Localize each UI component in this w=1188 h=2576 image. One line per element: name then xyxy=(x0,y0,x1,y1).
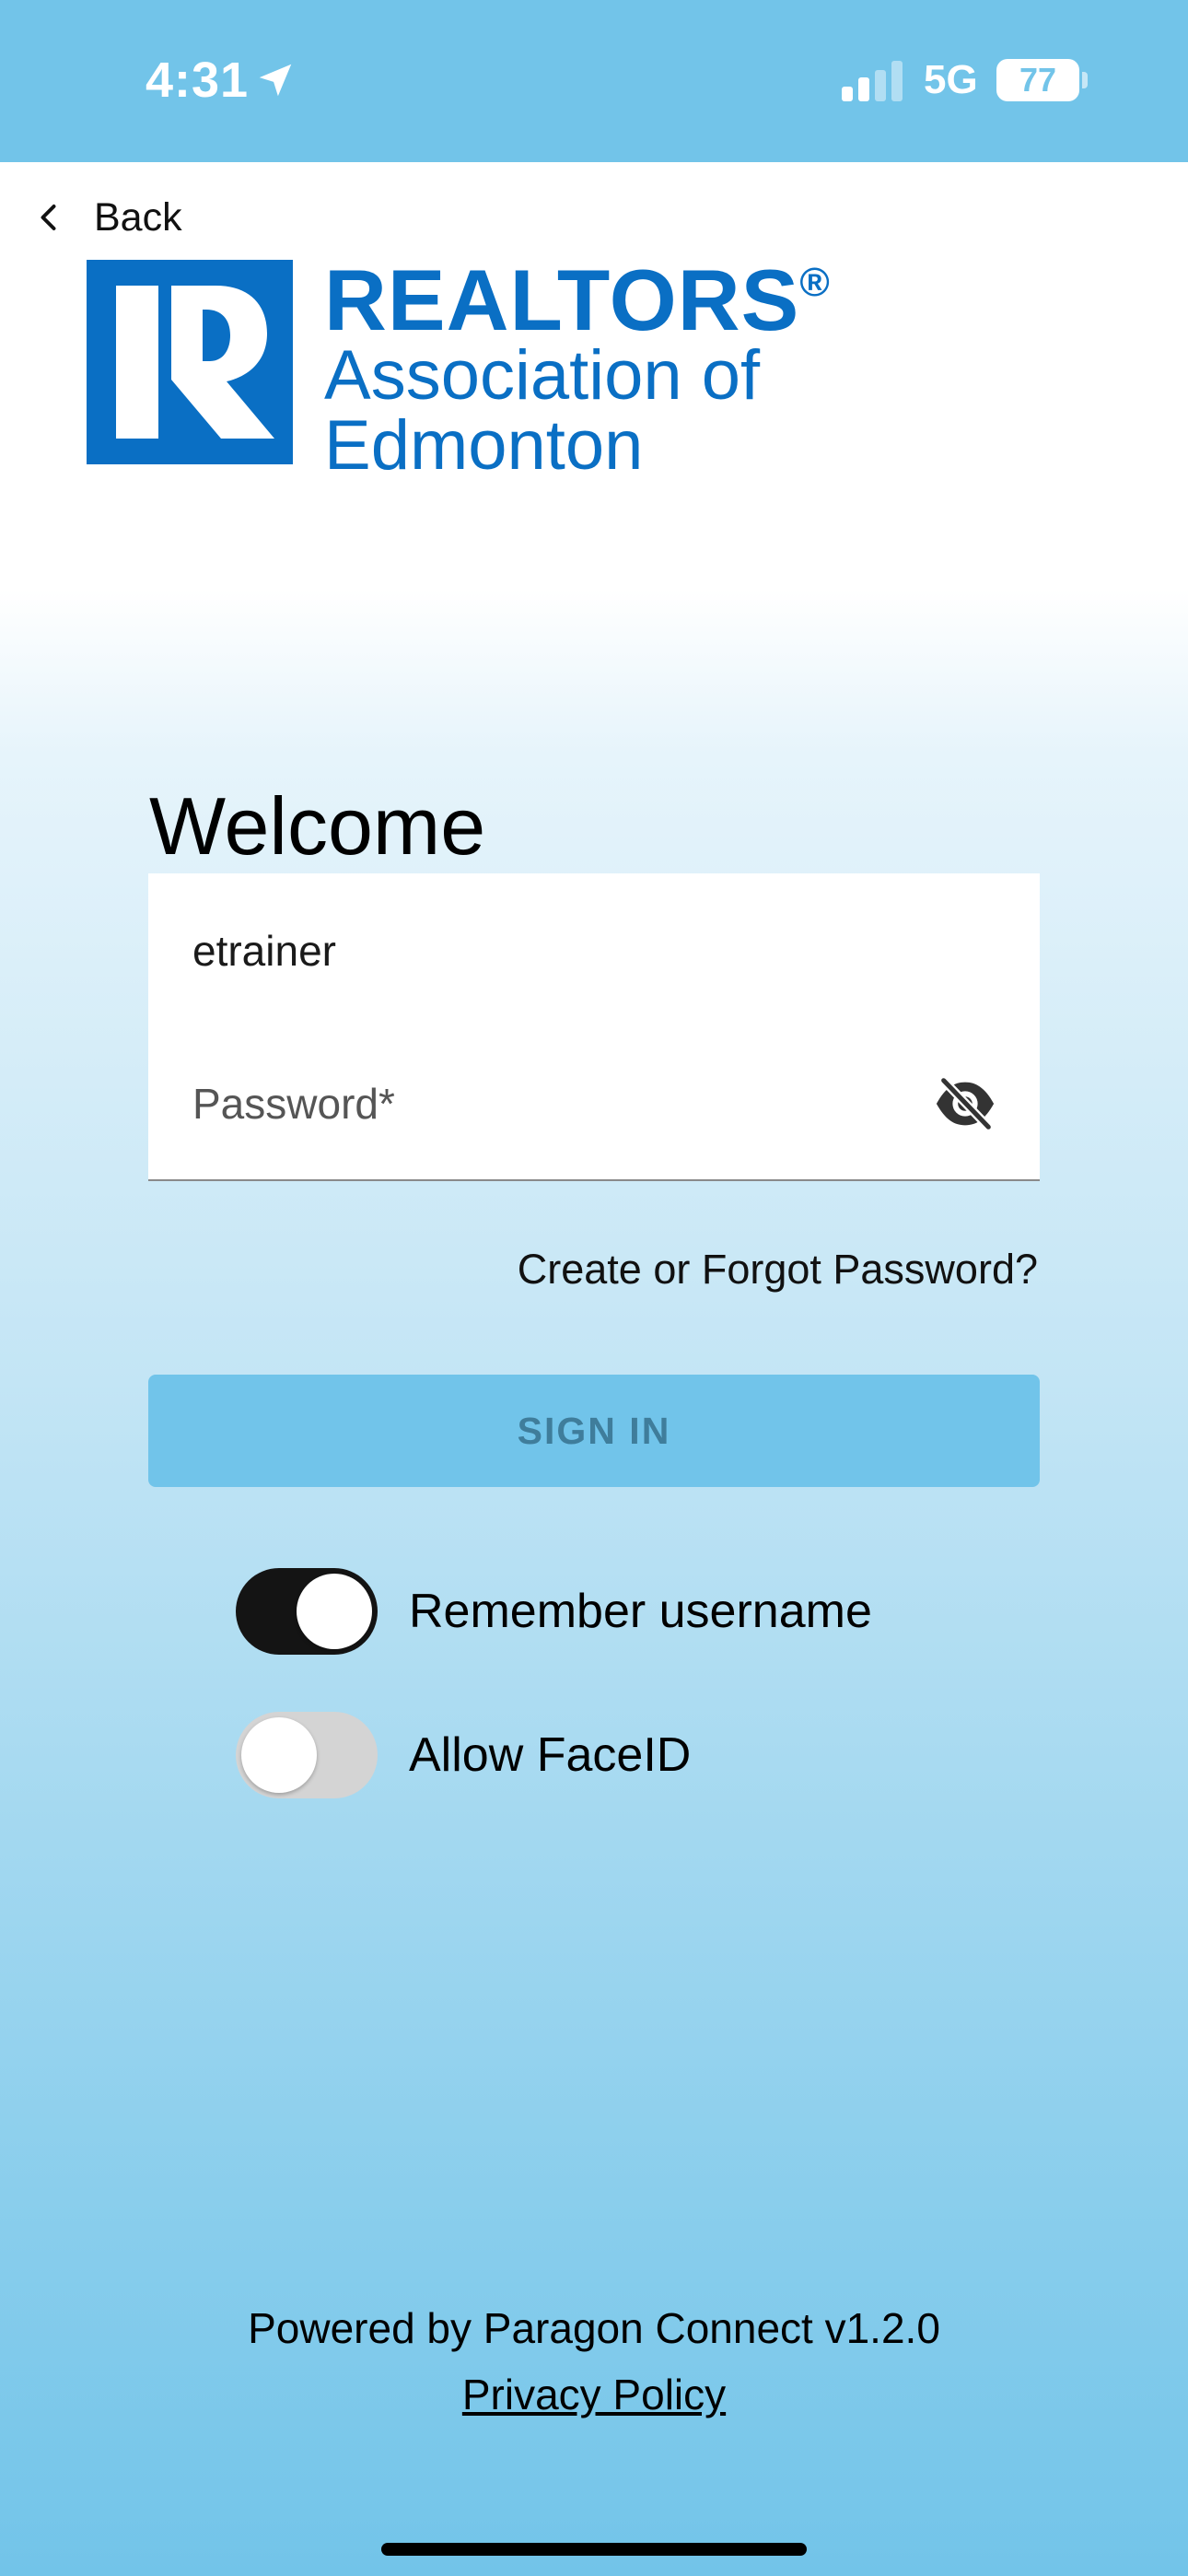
remember-username-toggle[interactable] xyxy=(236,1568,378,1655)
forgot-password-link[interactable]: Create or Forgot Password? xyxy=(518,1246,1038,1294)
network-type: 5G xyxy=(924,57,978,102)
eye-slash-icon[interactable] xyxy=(933,1076,997,1131)
chevron-left-icon xyxy=(41,205,56,230)
remember-username-row: Remember username xyxy=(236,1568,872,1655)
registered-mark: ® xyxy=(799,260,831,305)
page-title: Welcome xyxy=(149,780,486,872)
logo-title-text: REALTORS xyxy=(324,252,800,348)
back-button[interactable]: Back xyxy=(33,190,182,245)
allow-faceid-label: Allow FaceID xyxy=(409,1728,692,1782)
remember-username-label: Remember username xyxy=(409,1585,872,1638)
allow-faceid-row: Allow FaceID xyxy=(236,1712,691,1798)
toggle-knob xyxy=(297,1574,372,1649)
cellular-signal-icon xyxy=(842,61,903,101)
powered-by-text: Powered by Paragon Connect v1.2.0 xyxy=(248,2304,940,2352)
battery-indicator: 77 xyxy=(996,59,1079,101)
home-indicator xyxy=(381,2543,807,2556)
privacy-policy-link[interactable]: Privacy Policy xyxy=(0,2370,1188,2419)
username-field[interactable]: etrainer xyxy=(148,873,1040,1028)
allow-faceid-toggle[interactable] xyxy=(236,1712,378,1798)
status-bar: 4:31 5G 77 xyxy=(0,0,1188,162)
battery-cap xyxy=(1082,72,1088,88)
realtor-r-logo-icon xyxy=(87,260,293,464)
password-field[interactable]: Password* xyxy=(148,1026,1040,1181)
back-label: Back xyxy=(94,194,182,240)
realtors-association-logo: REALTORS® Association of Edmonton xyxy=(87,251,833,485)
location-arrow-icon xyxy=(259,64,292,97)
toggle-knob xyxy=(241,1717,317,1793)
sign-in-button[interactable]: SIGN IN xyxy=(148,1375,1040,1487)
logo-subtitle-2: Edmonton xyxy=(324,406,644,485)
status-time: 4:31 xyxy=(146,53,250,108)
username-value: etrainer xyxy=(192,927,336,975)
password-placeholder: Password* xyxy=(192,1080,395,1128)
logo-subtitle-1: Association of xyxy=(324,336,761,415)
